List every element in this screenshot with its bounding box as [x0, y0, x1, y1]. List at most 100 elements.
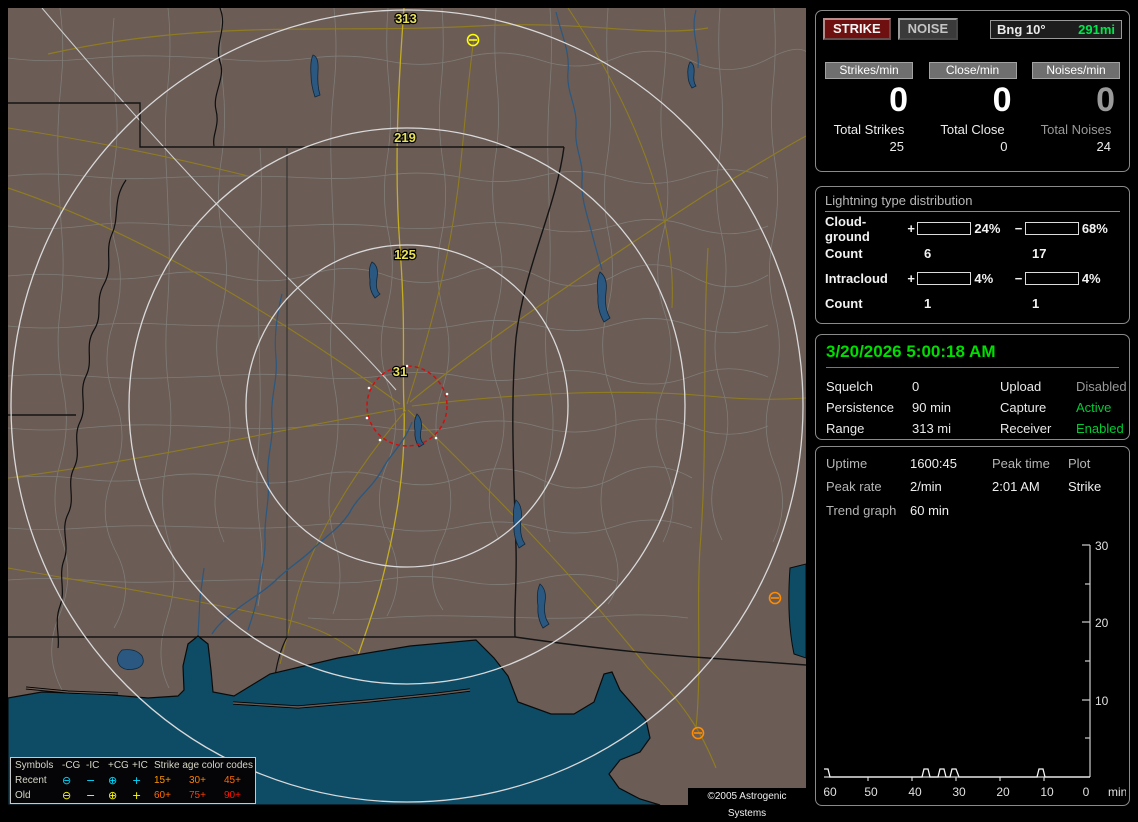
rate-counters: Strikes/min 0 Total Strikes 25 Close/min…: [816, 40, 1129, 154]
total-strikes-value: 25: [889, 139, 904, 154]
receiver-value: Enabled: [1076, 421, 1124, 436]
x-tick-50: 50: [864, 785, 878, 799]
close-counter: Close/min 0 Total Close 0: [928, 62, 1017, 154]
x-tick-10: 10: [1040, 785, 1054, 799]
strike-rate-trace: [824, 768, 1090, 778]
strike-symbol-negcg-aged: [768, 591, 782, 605]
x-tick-60: 60: [823, 785, 837, 799]
noises-per-min-chip[interactable]: Noises/min: [1032, 62, 1120, 79]
bearing-distance: 291mi: [1078, 21, 1115, 37]
x-tick-30: 30: [952, 785, 966, 799]
ic-minus-count: 1: [1032, 296, 1040, 311]
x-tick-40: 40: [908, 785, 922, 799]
ring-label-219: 219: [394, 130, 416, 145]
cg-plus-bar: [917, 222, 972, 235]
age-75: 75+: [189, 790, 206, 801]
trend-graph: 30 20 10 60 50 40 30 20 10 0 min: [823, 539, 1126, 799]
plus-sign: +: [907, 271, 915, 286]
cg-count-label: Count: [825, 246, 863, 261]
neg-ic-old-icon: −: [86, 789, 96, 802]
ic-plus-bar: [917, 272, 972, 285]
legend-pos-cg-header: +CG: [108, 760, 129, 771]
noise-mode-button[interactable]: NOISE: [897, 18, 959, 40]
date-time-display: 3/20/2026 5:00:18 AM: [826, 342, 1119, 368]
age-90: 90+: [224, 790, 241, 801]
plus-sign: +: [907, 221, 915, 236]
river-reservoir: [788, 563, 806, 659]
total-strikes-label: Total Strikes: [833, 122, 905, 137]
map-canvas: 313 219 125 31: [8, 8, 806, 805]
pos-ic-recent-icon: +: [132, 774, 142, 787]
status-panel: 3/20/2026 5:00:18 AM Squelch 0 Upload Di…: [815, 334, 1130, 440]
intracloud-row: Intracloud + 4% − 4%: [825, 266, 1120, 291]
cg-plus-pct: 24%: [974, 221, 1001, 236]
legend-old-label: Old: [15, 790, 31, 801]
y-tick-20: 20: [1095, 616, 1109, 630]
interstate-road: [41, 8, 397, 391]
upload-label: Upload: [1000, 379, 1042, 394]
minus-sign: −: [1014, 221, 1023, 236]
total-close-label: Total Close: [940, 122, 1005, 137]
trend-graph-window: 60 min: [910, 503, 950, 518]
pos-cg-recent-icon: ⊕: [108, 774, 118, 787]
x-axis-unit-label: min: [1108, 785, 1126, 799]
peak-rate-value: 2/min: [910, 479, 942, 494]
strike-symbol-negcg-aged: [691, 726, 705, 740]
cloud-ground-label: Cloud-ground: [825, 213, 870, 244]
lightning-map[interactable]: 313 219 125 31: [8, 8, 806, 805]
squelch-label: Squelch: [826, 379, 873, 394]
bearing-label: Bng 10°: [997, 21, 1046, 37]
strikes-rate: 0: [889, 81, 908, 119]
cloud-ground-count-row: Count 6 17: [825, 241, 1120, 266]
trend-y-tick-labels: 30 20 10: [1095, 539, 1109, 708]
age-30: 30+: [189, 775, 206, 786]
pos-ic-old-icon: +: [132, 789, 142, 802]
neg-ic-recent-icon: −: [86, 774, 96, 787]
neg-cg-recent-icon: ⊖: [62, 774, 72, 787]
ring-label-31: 31: [393, 364, 407, 379]
persistence-value: 90 min: [912, 400, 952, 415]
y-tick-30: 30: [1095, 539, 1109, 553]
legend-header-row: Symbols -CG -IC +CG +IC Strike age color…: [11, 758, 255, 773]
trend-x-tick-labels: 60 50 40 30 20 10 0 min: [823, 785, 1126, 799]
range-value: 313 mi: [912, 421, 952, 436]
ic-plus-count: 1: [924, 296, 932, 311]
legend-neg-cg-header: -CG: [62, 760, 81, 771]
cloud-ground-row: Cloud-ground + 24% − 68%: [825, 213, 1120, 244]
ring-label-313: 313: [395, 11, 417, 26]
legend-age-title: Strike age color codes: [154, 760, 253, 771]
noises-rate: 0: [1096, 81, 1115, 119]
capture-value: Active: [1076, 400, 1112, 415]
uptime-label: Uptime: [826, 456, 868, 471]
age-45: 45+: [224, 775, 241, 786]
trend-graph-label: Trend graph: [826, 503, 897, 518]
peak-rate-label: Peak rate: [826, 479, 882, 494]
trend-panel: Uptime 1600:45 Peak time Plot Peak rate …: [815, 446, 1130, 806]
strikes-per-min-chip[interactable]: Strikes/min: [825, 62, 913, 79]
lightning-distribution-panel: Lightning type distribution Cloud-ground…: [815, 186, 1130, 324]
bearing-display: Bng 10° 291mi: [990, 19, 1122, 39]
strike-mode-button[interactable]: STRIKE: [823, 18, 891, 40]
x-tick-20: 20: [996, 785, 1010, 799]
neg-cg-old-icon: ⊖: [62, 789, 72, 802]
legend-symbols-label: Symbols: [15, 760, 54, 771]
cg-plus-count: 6: [924, 246, 932, 261]
legend-pos-ic-header: +IC: [132, 760, 148, 771]
close-per-min-chip[interactable]: Close/min: [928, 62, 1017, 79]
ring-label-125: 125: [394, 247, 416, 262]
map-legend: Symbols -CG -IC +CG +IC Strike age color…: [10, 757, 256, 804]
plot-label: Plot: [1068, 456, 1091, 471]
uptime-value: 1600:45: [910, 456, 957, 471]
cg-minus-count: 17: [1032, 246, 1047, 261]
capture-label: Capture: [1000, 400, 1047, 415]
plot-value: Strike: [1068, 479, 1102, 494]
intracloud-count-row: Count 1 1: [825, 291, 1120, 316]
trend-graph-row: Trend graph 60 min: [826, 503, 1119, 518]
cg-minus-pct: 68%: [1081, 221, 1108, 236]
legend-recent-row: Recent ⊖ − ⊕ + 15+ 30+ 45+: [11, 773, 255, 788]
legend-neg-ic-header: -IC: [86, 760, 100, 771]
total-noises-label: Total Noises: [1040, 122, 1112, 137]
intracloud-label: Intracloud: [825, 271, 888, 286]
noises-counter: Noises/min 0 Total Noises 24: [1032, 62, 1120, 154]
mode-button-row: STRIKE NOISE Bng 10° 291mi: [816, 11, 1129, 40]
